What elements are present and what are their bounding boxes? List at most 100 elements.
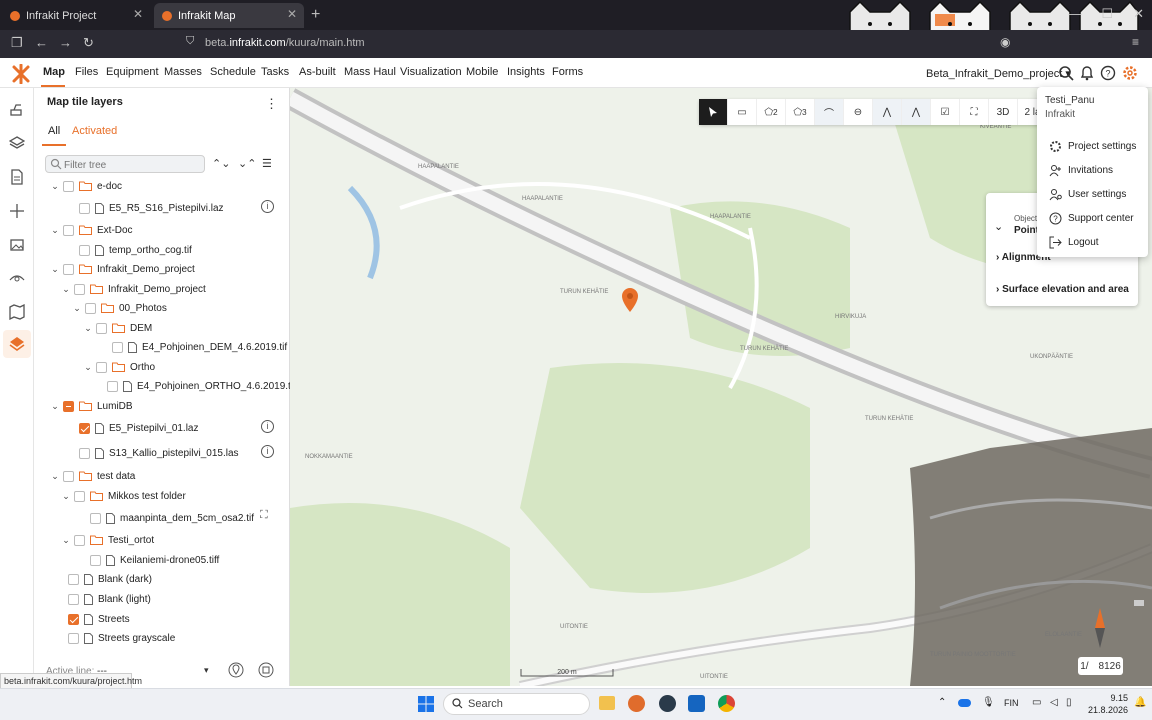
reload-icon[interactable]: ↻ bbox=[83, 35, 94, 51]
image-icon[interactable] bbox=[9, 237, 25, 253]
checkbox[interactable] bbox=[63, 224, 74, 236]
battery-icon[interactable]: ▯ bbox=[1066, 697, 1072, 708]
map-layers-icon[interactable] bbox=[9, 336, 25, 352]
outlook-icon[interactable] bbox=[688, 695, 705, 712]
chevron-down-icon[interactable]: ⌄ bbox=[50, 471, 60, 482]
chevron-down-icon[interactable]: ⌄ bbox=[50, 225, 60, 236]
account-icon[interactable]: ◉ bbox=[1000, 35, 1010, 49]
notification-bell-icon[interactable]: 🔔 bbox=[1134, 697, 1146, 708]
browser-tab-map[interactable]: Infrakit Map ✕ bbox=[154, 3, 304, 28]
shield-icon[interactable]: ⛉ bbox=[186, 35, 194, 48]
project-selector[interactable]: Beta_Infrakit_Demo_project ▾ bbox=[926, 67, 1071, 80]
info-icon[interactable]: i bbox=[261, 445, 274, 458]
chevron-down-icon[interactable]: ⌄ bbox=[61, 284, 71, 295]
menu-masses[interactable]: Masses bbox=[164, 66, 202, 78]
checkbox[interactable] bbox=[90, 554, 101, 566]
chevron-up-icon[interactable]: ⌃ bbox=[938, 697, 946, 708]
windows-start-icon[interactable] bbox=[418, 696, 434, 712]
tree-node[interactable]: Blank (light) bbox=[55, 590, 151, 608]
polygon-3d-button[interactable]: ⬠ 3 bbox=[786, 99, 815, 125]
menu-mobile[interactable]: Mobile bbox=[466, 66, 498, 78]
crosshair-icon[interactable] bbox=[9, 203, 25, 219]
invitations-item[interactable]: Invitations bbox=[1049, 164, 1113, 177]
app-icon[interactable] bbox=[659, 695, 676, 712]
chevron-down-icon[interactable]: ⌄ bbox=[72, 303, 82, 314]
3d-toggle-button[interactable]: 3D bbox=[989, 99, 1018, 125]
help-icon[interactable]: ? bbox=[1100, 65, 1116, 81]
chevron-down-icon[interactable]: ⌄ bbox=[61, 535, 71, 546]
section-surface-elevation[interactable]: › Surface elevation and area bbox=[996, 284, 1129, 295]
taskbar-clock[interactable]: 9.15 21.8.2026 bbox=[1088, 692, 1128, 716]
chevron-down-icon[interactable]: ⌄ bbox=[50, 181, 60, 192]
tree-node[interactable]: Streets grayscale bbox=[55, 629, 175, 647]
gear-icon[interactable] bbox=[1122, 65, 1138, 81]
checkbox[interactable] bbox=[68, 632, 79, 644]
chevron-down-icon[interactable]: ⌄ bbox=[994, 220, 1003, 233]
filter-tree-input[interactable] bbox=[45, 155, 205, 173]
tree-node[interactable]: ⌄ Mikkos test folder bbox=[61, 487, 186, 505]
close-tab-icon[interactable]: ✕ bbox=[133, 7, 143, 21]
tree-node[interactable]: ⌄ Infrakit_Demo_project bbox=[50, 260, 195, 278]
menu-visualization[interactable]: Visualization bbox=[400, 66, 462, 78]
tree-node[interactable]: ⌄ 00_Photos bbox=[72, 299, 167, 317]
tree-node[interactable]: ⌄ test data bbox=[50, 467, 135, 485]
new-tab-icon[interactable]: + bbox=[311, 6, 320, 24]
map-canvas[interactable]: HAAPALANTIE HAAPALANTIE HAAPALANTIE TURU… bbox=[290, 88, 1152, 686]
logout-item[interactable]: Logout bbox=[1049, 236, 1099, 249]
menu-forms[interactable]: Forms bbox=[552, 66, 583, 78]
menu-map[interactable]: Map bbox=[43, 66, 65, 78]
tree-node[interactable]: E4_Pohjoinen_DEM_4.6.2019.tif bbox=[99, 338, 287, 356]
road-profile-icon[interactable] bbox=[9, 270, 25, 286]
chevron-down-icon[interactable]: ⌄ bbox=[83, 362, 93, 373]
measure-tool-button[interactable]: ▭ bbox=[728, 99, 757, 125]
forward-icon[interactable]: → bbox=[59, 35, 72, 50]
tree-node[interactable]: ⌄ Ext-Doc bbox=[50, 221, 133, 239]
close-window-icon[interactable]: ✕ bbox=[1133, 6, 1144, 22]
sidebar-toggle-icon[interactable]: ❐ bbox=[11, 35, 23, 51]
document-icon[interactable] bbox=[9, 169, 25, 185]
search-icon[interactable] bbox=[1058, 65, 1074, 81]
volume-icon[interactable]: ◁ bbox=[1050, 697, 1058, 708]
language-indicator[interactable]: FIN bbox=[1004, 698, 1019, 708]
tab-all[interactable]: All bbox=[48, 125, 60, 137]
checkbox[interactable] bbox=[96, 322, 107, 334]
tab-activated[interactable]: Activated bbox=[72, 125, 117, 137]
project-settings-item[interactable]: Project settings bbox=[1049, 140, 1136, 153]
checkbox-checked[interactable] bbox=[68, 613, 79, 625]
menu-insights[interactable]: Insights bbox=[507, 66, 545, 78]
checkbox[interactable] bbox=[74, 534, 85, 546]
tree-node[interactable]: ⌄ Infrakit_Demo_project bbox=[61, 280, 206, 298]
tree-node[interactable]: ⌄ Testi_ortot bbox=[61, 531, 154, 549]
address-bar[interactable]: beta.infrakit.com/kuura/main.htm bbox=[205, 37, 365, 49]
tree-node[interactable]: ⌄ e-doc bbox=[50, 177, 122, 195]
menu-schedule[interactable]: Schedule bbox=[210, 66, 256, 78]
maximize-icon[interactable]: ☐ bbox=[1101, 6, 1113, 22]
tree-settings-icon[interactable]: ☰ bbox=[262, 157, 272, 170]
tree-node[interactable]: temp_ortho_cog.tif bbox=[66, 241, 192, 259]
user-settings-item[interactable]: User settings bbox=[1049, 188, 1126, 201]
chevron-down-icon[interactable]: ⌄ bbox=[83, 323, 93, 334]
volume-tool-button[interactable]: ⋀ bbox=[902, 99, 931, 125]
cross-section-button[interactable]: ⊖ bbox=[844, 99, 873, 125]
tree-node[interactable]: S13_Kallio_pistepilvi_015.las bbox=[66, 444, 239, 462]
map-scroll-handle[interactable] bbox=[1134, 600, 1144, 606]
bell-icon[interactable] bbox=[1079, 65, 1095, 81]
checkbox[interactable] bbox=[68, 593, 79, 605]
checkbox[interactable] bbox=[63, 180, 74, 192]
minimize-icon[interactable]: — bbox=[1068, 6, 1081, 22]
slope-tool-button[interactable]: ⋀ bbox=[873, 99, 902, 125]
chevron-down-icon[interactable]: ⌄ bbox=[61, 491, 71, 502]
browser-menu-icon[interactable]: ≡ bbox=[1132, 35, 1139, 49]
checkbox[interactable] bbox=[90, 512, 101, 524]
tree-node[interactable]: E5_Pistepilvi_01.laz bbox=[66, 419, 199, 437]
close-tab-icon[interactable]: ✕ bbox=[287, 7, 297, 21]
file-explorer-icon[interactable] bbox=[599, 696, 615, 710]
taskbar-search[interactable]: Search bbox=[443, 693, 590, 715]
firefox-icon[interactable] bbox=[628, 695, 645, 712]
expand-all-icon[interactable]: ⌃⌄ bbox=[212, 157, 230, 170]
checkbox[interactable] bbox=[107, 380, 118, 392]
map-basemap[interactable]: HAAPALANTIE HAAPALANTIE HAAPALANTIE TURU… bbox=[290, 88, 1152, 686]
checkbox[interactable] bbox=[112, 341, 123, 353]
tree-node[interactable]: ⌄ DEM bbox=[83, 319, 152, 337]
info-icon[interactable]: i bbox=[261, 420, 274, 433]
